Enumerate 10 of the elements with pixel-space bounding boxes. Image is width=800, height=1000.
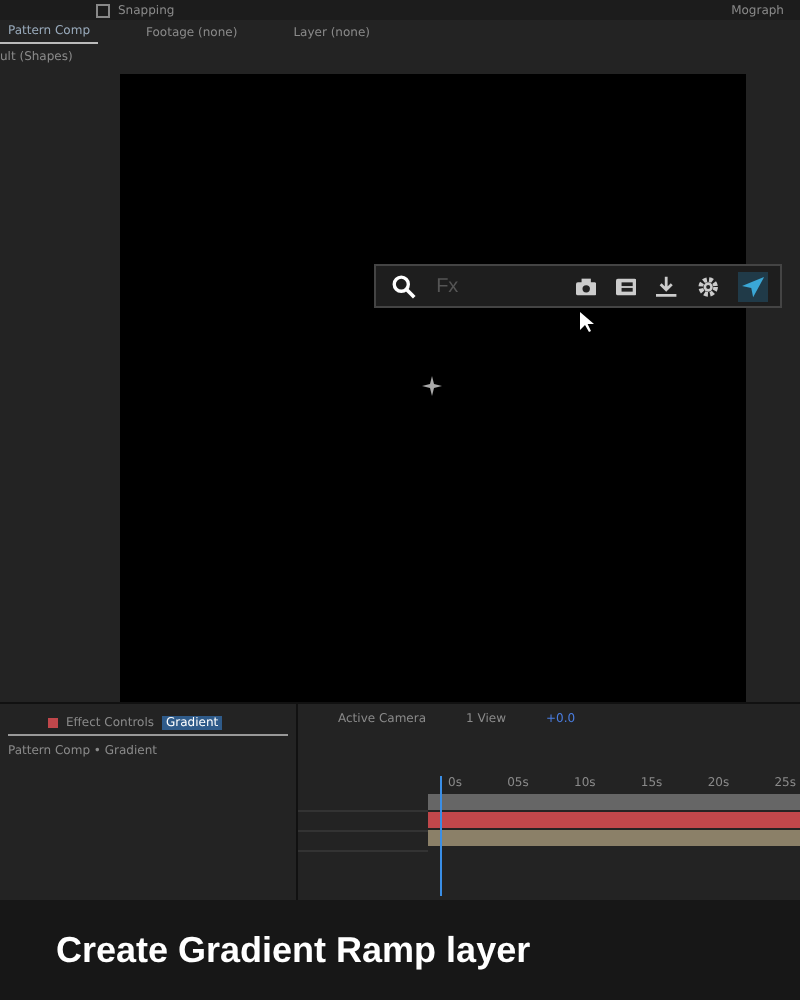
snapping-checkbox[interactable]	[96, 3, 110, 17]
search-icon	[392, 273, 417, 299]
caption-text: Create Gradient Ramp layer	[56, 929, 531, 971]
send-icon[interactable]	[737, 271, 768, 301]
settings-icon[interactable]	[697, 275, 718, 297]
panel-icon[interactable]	[616, 277, 637, 295]
mouse-pointer-icon	[580, 312, 594, 332]
download-icon[interactable]	[656, 275, 678, 297]
anchor-point-icon	[422, 376, 442, 396]
camera-icon[interactable]	[576, 277, 597, 295]
